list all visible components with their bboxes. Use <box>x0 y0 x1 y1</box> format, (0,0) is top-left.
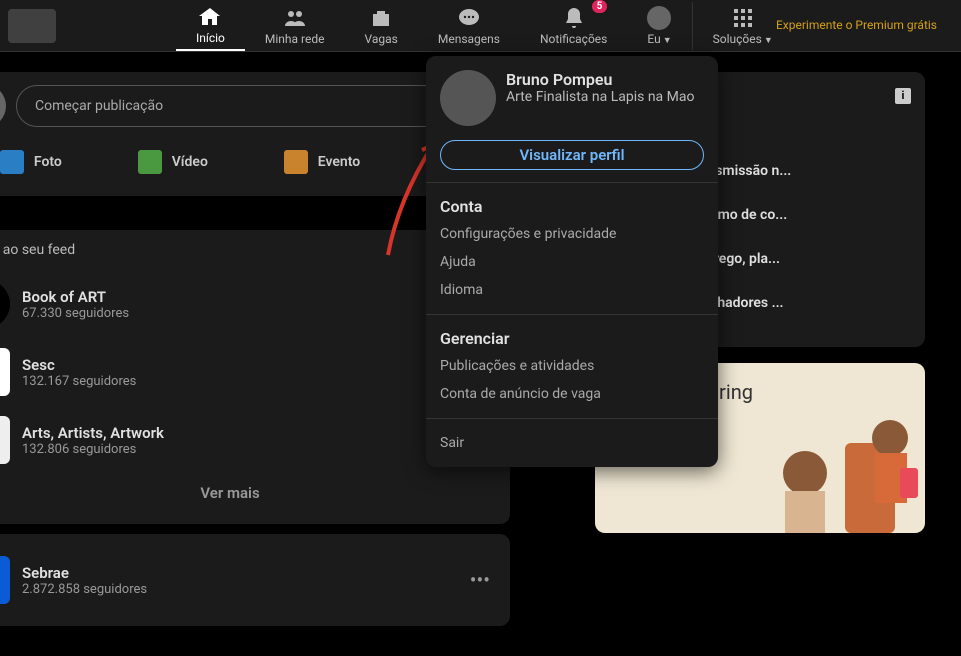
org-followers: 2.872.858 seguidores <box>22 582 498 597</box>
org-avatar[interactable]: AAA <box>0 416 10 464</box>
see-more-button[interactable]: Ver mais <box>0 474 498 512</box>
search-input[interactable] <box>8 9 56 43</box>
nav-network[interactable]: Minha rede <box>245 2 345 50</box>
dropdown-user-title: Arte Finalista na Lapis na Mao <box>506 89 694 105</box>
more-options-button[interactable]: ••• <box>470 568 490 592</box>
feed-item: EBRAE Sebrae 2.872.858 seguidores ••• <box>0 546 498 614</box>
bell-icon <box>562 6 586 30</box>
user-avatar[interactable] <box>0 84 6 128</box>
nav-jobs[interactable]: Vagas <box>345 2 418 50</box>
nav-items: Início Minha rede Vagas Mensagens 5 Noti… <box>176 1 793 51</box>
nav-notifications[interactable]: 5 Notificações <box>520 2 627 50</box>
follow-suggestion: Sesc Sesc 132.167 seguidores <box>0 338 498 406</box>
add-to-feed-header: icione ao seu feed <box>0 242 498 270</box>
dropdown-posts-link[interactable]: Publicações e atividades <box>426 352 718 380</box>
dropdown-signout-link[interactable]: Sair <box>426 429 718 457</box>
follow-suggestion: ART Book of ART 67.330 seguidores <box>0 270 498 338</box>
dropdown-account-header: Conta <box>426 193 718 220</box>
avatar-icon <box>647 6 671 30</box>
post-event-label: Evento <box>318 154 360 170</box>
dropdown-job-account-link[interactable]: Conta de anúncio de vaga <box>426 380 718 408</box>
post-photo-label: Foto <box>34 154 62 170</box>
ad-illustration <box>745 413 925 533</box>
info-icon[interactable]: i <box>895 88 911 104</box>
nav-network-label: Minha rede <box>265 32 325 46</box>
nav-me[interactable]: Eu▼ <box>627 2 691 50</box>
feed-card: EBRAE Sebrae 2.872.858 seguidores ••• <box>0 534 510 626</box>
nav-messaging[interactable]: Mensagens <box>418 2 520 50</box>
message-icon <box>457 6 481 30</box>
post-photo-button[interactable]: Foto <box>0 140 74 184</box>
notification-badge: 5 <box>592 0 608 13</box>
event-icon <box>284 150 308 174</box>
dropdown-settings-link[interactable]: Configurações e privacidade <box>426 220 718 248</box>
me-dropdown: Bruno Pompeu Arte Finalista na Lapis na … <box>426 56 718 467</box>
nav-messaging-label: Mensagens <box>438 32 500 46</box>
org-avatar[interactable]: Sesc <box>0 348 10 396</box>
view-profile-button[interactable]: Visualizar perfil <box>440 140 704 170</box>
top-navigation: Início Minha rede Vagas Mensagens 5 Noti… <box>0 0 961 52</box>
org-name[interactable]: Sebrae <box>22 564 498 582</box>
video-icon <box>138 150 162 174</box>
nav-home-label: Início <box>196 31 225 45</box>
dropdown-user-name: Bruno Pompeu <box>506 70 694 89</box>
nav-jobs-label: Vagas <box>365 32 398 46</box>
nav-home[interactable]: Início <box>176 1 245 51</box>
dropdown-language-link[interactable]: Idioma <box>426 276 718 304</box>
org-avatar[interactable]: ART <box>0 280 10 328</box>
grid-icon <box>731 6 755 30</box>
dropdown-manage-header: Gerenciar <box>426 325 718 352</box>
dropdown-avatar[interactable] <box>440 70 496 126</box>
post-video-label: Vídeo <box>172 154 208 170</box>
follow-suggestion: AAA Arts, Artists, Artwork 132.806 segui… <box>0 406 498 474</box>
nav-me-label: Eu▼ <box>647 32 671 46</box>
dropdown-help-link[interactable]: Ajuda <box>426 248 718 276</box>
post-video-button[interactable]: Vídeo <box>126 140 220 184</box>
photo-icon <box>0 150 24 174</box>
post-event-button[interactable]: Evento <box>272 140 372 184</box>
jobs-icon <box>369 6 393 30</box>
network-icon <box>283 6 307 30</box>
premium-link[interactable]: Experimente o Premium grátis <box>760 17 953 34</box>
org-avatar[interactable]: EBRAE <box>0 556 10 604</box>
nav-notifications-label: Notificações <box>540 32 607 46</box>
home-icon <box>198 5 222 29</box>
